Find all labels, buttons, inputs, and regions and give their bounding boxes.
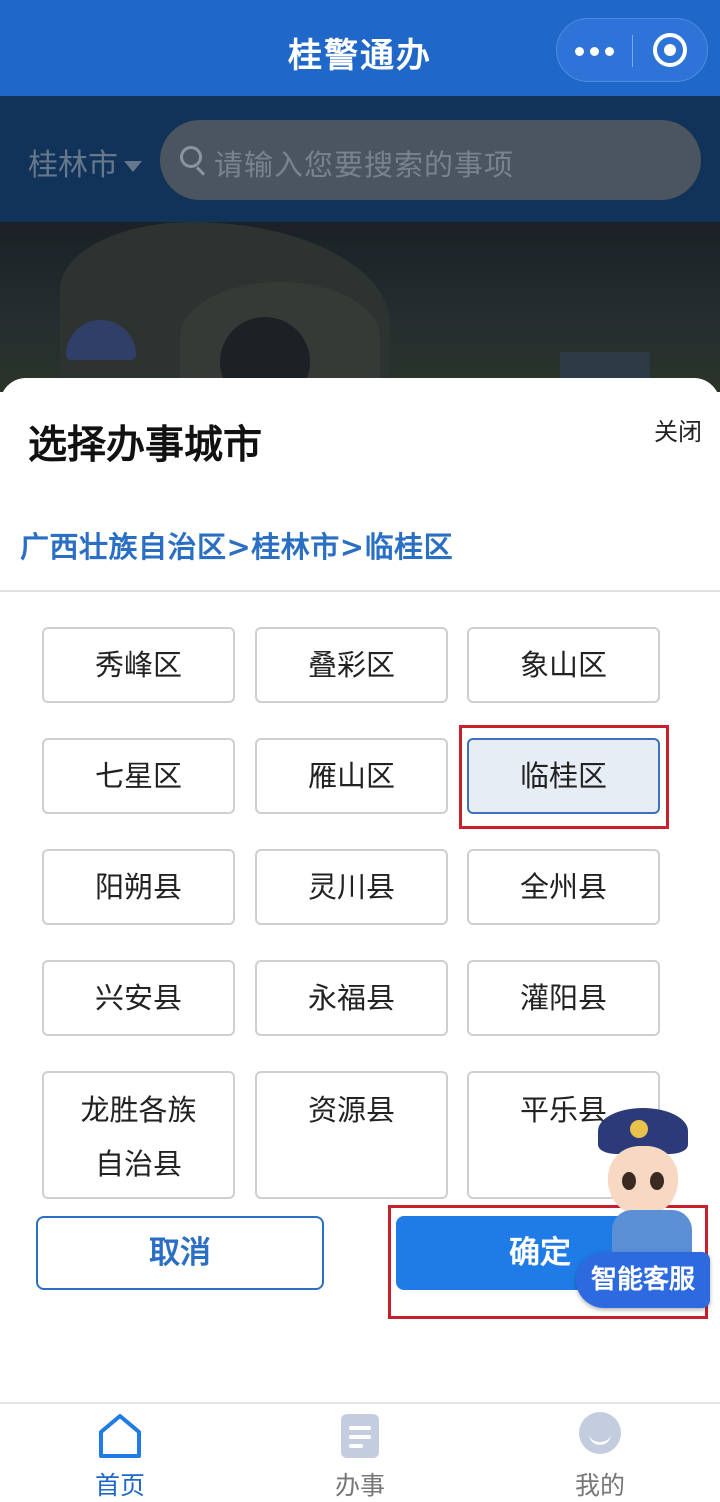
eye — [650, 1172, 664, 1190]
district-option[interactable]: 雁山区 — [255, 738, 448, 814]
city-selector-label: 桂林市 — [28, 148, 118, 183]
tab-services-label: 办事 — [334, 1471, 385, 1500]
district-option-line1: 龙胜各族 — [80, 1093, 197, 1127]
document-icon — [341, 1414, 379, 1458]
city-selector[interactable]: 桂林市 — [28, 140, 142, 184]
more-dots-icon[interactable] — [573, 39, 617, 63]
search-input[interactable]: 请输入您要搜索的事项 — [160, 120, 701, 200]
divider — [0, 590, 720, 592]
mini-program-capsule — [556, 18, 708, 82]
tab-profile-label: 我的 — [574, 1471, 625, 1500]
assistant-mascot-icon[interactable] — [592, 1108, 702, 1258]
tab-bar: 首页 办事 我的 — [0, 1402, 720, 1502]
home-icon — [99, 1414, 141, 1458]
breadcrumb[interactable]: 广西壮族自治区>桂林市>临桂区 — [20, 524, 453, 566]
district-option-line2: 自治县 — [94, 1147, 182, 1181]
district-option[interactable]: 灌阳县 — [467, 960, 660, 1036]
tab-services[interactable]: 办事 — [300, 1404, 420, 1502]
search-area: 桂林市 请输入您要搜索的事项 — [0, 96, 720, 222]
district-option[interactable]: 七星区 — [42, 738, 235, 814]
tab-home-label: 首页 — [94, 1471, 145, 1500]
district-option[interactable]: 象山区 — [467, 627, 660, 703]
hat-badge-icon — [630, 1120, 648, 1138]
target-icon[interactable] — [653, 33, 687, 67]
caret-down-icon — [124, 161, 142, 172]
district-option[interactable]: 永福县 — [255, 960, 448, 1036]
district-option[interactable]: 阳朔县 — [42, 849, 235, 925]
sheet-title: 选择办事城市 — [28, 423, 263, 468]
district-option[interactable]: 全州县 — [467, 849, 660, 925]
district-option[interactable]: 龙胜各族 自治县 — [42, 1071, 235, 1199]
tab-profile[interactable]: 我的 — [540, 1404, 660, 1502]
capsule-divider — [632, 35, 633, 67]
banner-image — [0, 222, 720, 392]
mascot-face — [608, 1146, 678, 1216]
search-icon — [180, 146, 202, 168]
smart-service-button[interactable]: 智能客服 — [576, 1252, 710, 1308]
cancel-button[interactable]: 取消 — [36, 1216, 324, 1290]
district-option[interactable]: 资源县 — [255, 1071, 448, 1199]
district-option[interactable]: 灵川县 — [255, 849, 448, 925]
search-placeholder: 请输入您要搜索的事项 — [214, 148, 515, 182]
tab-home[interactable]: 首页 — [60, 1404, 180, 1502]
close-button[interactable]: 关闭 — [654, 412, 702, 447]
district-option[interactable]: 兴安县 — [42, 960, 235, 1036]
profile-icon — [579, 1412, 621, 1454]
eye — [622, 1172, 636, 1190]
district-option[interactable]: 秀峰区 — [42, 627, 235, 703]
district-option[interactable]: 叠彩区 — [255, 627, 448, 703]
mascot-uniform — [612, 1210, 692, 1258]
highlight-frame — [459, 725, 669, 829]
title-bar: 桂警通办 — [0, 0, 720, 96]
